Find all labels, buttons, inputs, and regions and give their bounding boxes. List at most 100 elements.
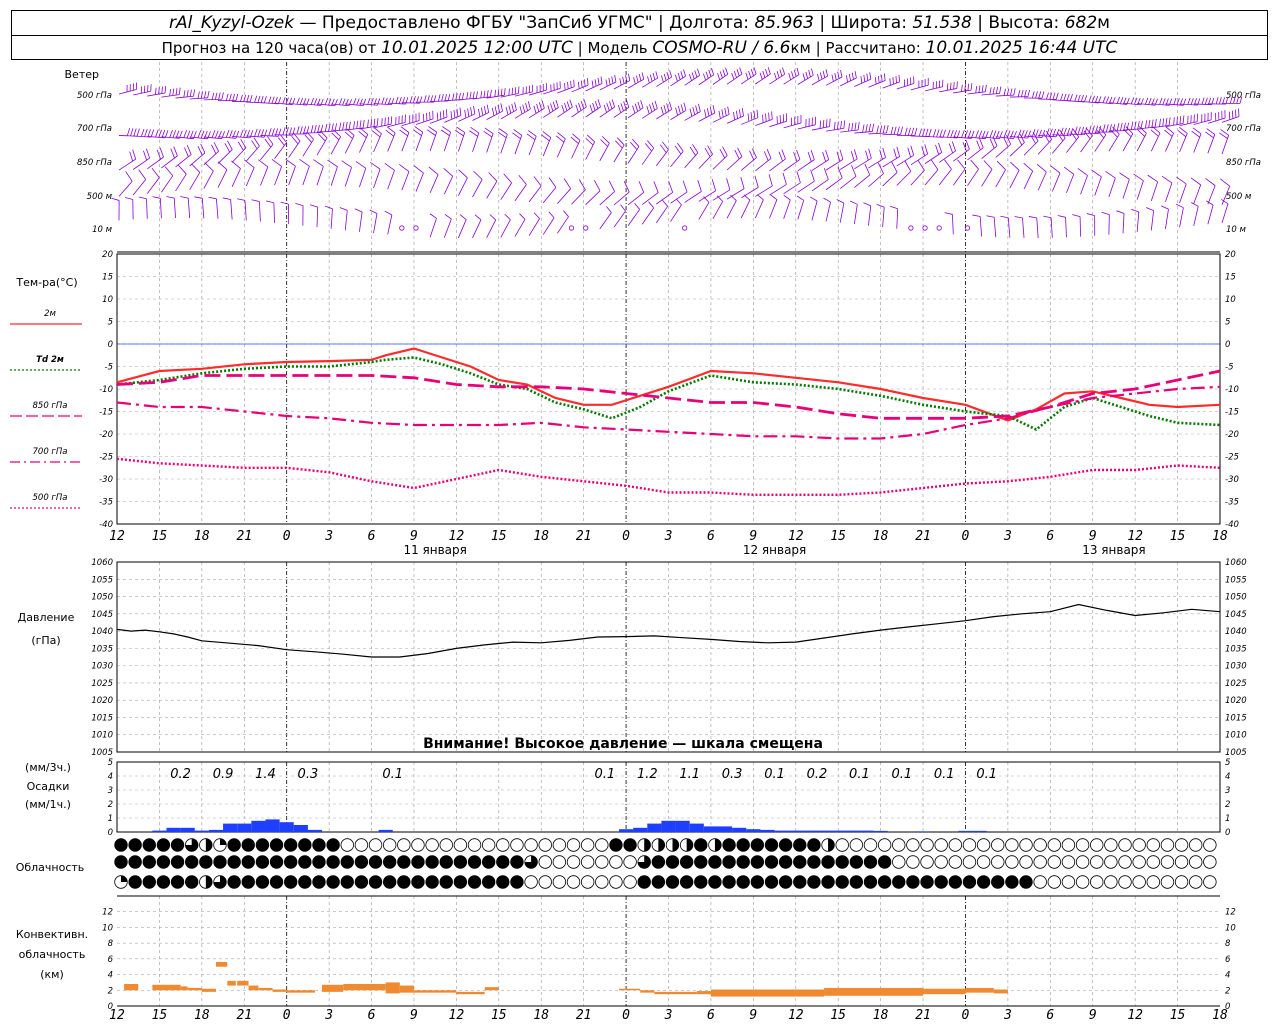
wind-barb-feather: [1140, 120, 1143, 129]
wind-barb-feather: [823, 197, 831, 203]
pres-ytick-right: 1050: [1225, 593, 1247, 603]
wind-barb-feather: [280, 201, 289, 205]
cloud-symbol-fill: [121, 875, 128, 882]
wind-barb-feather: [570, 80, 572, 88]
wind-barb-feather: [224, 143, 231, 153]
wind-barb-feather: [221, 92, 224, 100]
wind-barb-feather: [384, 117, 386, 126]
wind-barb-feather: [310, 125, 314, 133]
wind-barb: [599, 106, 615, 118]
temp-title: Тем-ра(°C): [15, 276, 77, 289]
cloud-symbol: [623, 838, 637, 852]
wind-barb: [769, 73, 785, 85]
wind-barb: [953, 89, 972, 94]
wind-barb-feather: [1151, 119, 1154, 128]
wind-barb-feather: [863, 202, 871, 207]
cloud-symbol: [807, 838, 821, 852]
wind-barb: [684, 111, 701, 121]
cloud-symbol: [170, 855, 185, 869]
wind-barb-feather: [833, 121, 836, 130]
wind-barb-feather: [1057, 215, 1066, 218]
wind-barb: [981, 93, 1000, 96]
cloud-symbol: [510, 838, 524, 852]
temp-ytick-right: -20: [1225, 430, 1239, 440]
wind-barb-feather: [472, 91, 475, 99]
temp-hour-tick: 18: [533, 529, 549, 544]
wind-barb-feather: [409, 96, 413, 104]
wind-barb-feather: [1036, 164, 1047, 173]
wind-barb: [896, 208, 899, 229]
wind-barb-feather: [155, 129, 159, 138]
wind-barb-feather: [893, 126, 897, 135]
wind-barb-feather: [675, 198, 682, 206]
wind-barb-feather: [423, 95, 427, 103]
wind-barb-feather: [883, 73, 886, 81]
temp-ytick-right: -5: [1225, 363, 1233, 373]
wind-barb: [514, 184, 527, 202]
wind-barb-feather: [871, 123, 875, 132]
cloud-symbol: [807, 875, 821, 889]
wind-barb-feather: [1052, 92, 1056, 100]
wind-barb-feather: [725, 67, 729, 75]
precip-bar: [689, 823, 704, 832]
wind-barb: [258, 201, 261, 222]
wind-barb-feather: [609, 101, 613, 109]
wind-barb-feather: [469, 91, 472, 99]
wind-barb: [854, 78, 871, 87]
cloud-symbol: [877, 855, 892, 869]
wind-barb-feather: [796, 195, 804, 201]
wind-barb-feather: [1187, 97, 1191, 105]
wind-barb-feather: [211, 144, 217, 154]
temperature-panel: 20 20 15 15 10 10 5 5 0 0 -5 -5 -10 -10 -15 -15 -20 -20 -2…: [10, 250, 1239, 557]
wind-barb-feather: [825, 119, 828, 128]
wind-barb: [203, 98, 222, 101]
precip-bar: [180, 827, 195, 832]
cloud-symbol: [934, 838, 948, 852]
conv-ytick-left: 12: [102, 908, 113, 918]
precip-bar: [774, 830, 789, 832]
wind-barb-feather: [1116, 96, 1121, 104]
cloud-symbol: [524, 875, 538, 889]
wind-barb-feather: [313, 98, 318, 106]
precip-bar: [661, 820, 676, 832]
wind-barb: [755, 119, 773, 126]
wind-barb-feather: [525, 102, 529, 111]
wind-barb-feather: [950, 129, 954, 138]
wind-barb-feather: [369, 209, 378, 214]
wind-barb-feather: [1069, 94, 1073, 101]
wind-barb-feather: [717, 73, 721, 80]
pres-ytick-right: 1060: [1225, 558, 1247, 568]
wind-barb-feather: [254, 95, 258, 103]
wind-barb-feather: [486, 90, 489, 98]
cloud-symbol: [665, 855, 680, 869]
conv-hour-tick: 15: [830, 1008, 846, 1023]
wind-barb-feather: [910, 145, 915, 156]
temp-ytick-left: 5: [108, 318, 113, 328]
wind-barb-feather: [1035, 129, 1039, 138]
wind-barb-feather: [494, 89, 496, 97]
wind-barb-feather: [578, 102, 582, 111]
conv-bar: [654, 991, 697, 995]
wind-barb: [854, 157, 872, 170]
wind-barb-feather: [935, 144, 940, 155]
cloud-symbol: [976, 855, 991, 869]
wind-barb-feather: [891, 161, 898, 173]
wind-barb-feather: [1116, 210, 1125, 214]
wind-barb-feather: [877, 75, 880, 84]
wind-barb-feather: [473, 105, 476, 114]
wind-barb-feather: [692, 106, 696, 115]
wind-barb-feather: [712, 105, 716, 114]
temp-ytick-right: -35: [1225, 498, 1239, 508]
wind-barb-feather: [849, 200, 858, 205]
wind-barb: [769, 158, 786, 172]
wind-barb-feather: [822, 70, 826, 78]
cloud-symbol: [609, 855, 623, 869]
wind-barb-feather: [1023, 162, 1033, 172]
wind-barb: [1136, 133, 1147, 152]
wind-barb-feather: [939, 129, 943, 138]
cloud-symbol: [382, 855, 397, 869]
precip-unit-1h: (мм/1ч.): [25, 798, 71, 811]
wind-barb-feather: [1102, 96, 1106, 103]
wind-barb-feather: [1161, 175, 1173, 184]
wind-barb: [133, 90, 151, 96]
